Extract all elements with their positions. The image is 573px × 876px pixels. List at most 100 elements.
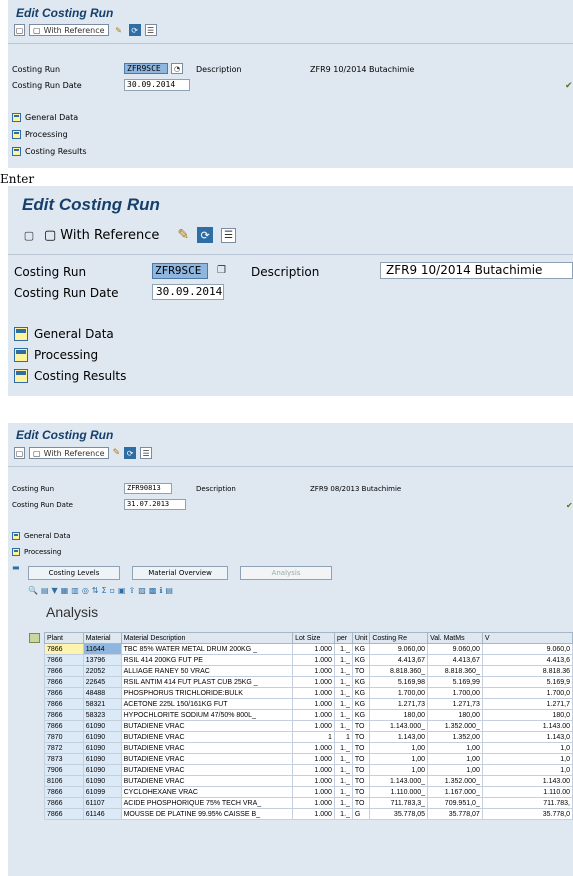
table-cell[interactable]: 1._: [333, 676, 353, 688]
details-icon[interactable]: 🔍: [28, 586, 38, 595]
table-row[interactable]: 7866 61090 BUTADIENE VRAC 1.000 1._ TO 1.143.0…: [44, 720, 573, 732]
table-cell[interactable]: KG: [351, 687, 371, 699]
table-row[interactable]: 7866 22052 ALLIAGE RANEY 50 VRAC 1.000 1._ TO…: [44, 665, 573, 677]
table-cell[interactable]: 5.169,99: [427, 676, 483, 688]
table-cell[interactable]: 709.951,0_: [427, 797, 483, 809]
section-processing[interactable]: Processing: [12, 548, 61, 556]
table-cell[interactable]: 1.143.00: [481, 775, 573, 787]
table-cell[interactable]: 61090: [82, 764, 122, 776]
table-row[interactable]: 8106 61090 BUTADIENE VRAC 1.000 1._ TO 1.143.0…: [44, 775, 573, 787]
table-cell[interactable]: ACIDE PHOSPHORIQUE 75% TECH VRA_: [120, 797, 294, 809]
table-cell[interactable]: CYCLOHEXANE VRAC: [120, 786, 294, 798]
table-cell[interactable]: 1._: [333, 720, 353, 732]
table-cell[interactable]: 1.000: [292, 808, 335, 820]
table-cell[interactable]: ACETONE 225L 150/161KG FUT: [120, 698, 294, 710]
with-reference-button[interactable]: ▢ With Reference: [29, 447, 109, 459]
new-document-icon[interactable]: ▢: [14, 24, 25, 36]
table-cell[interactable]: 1.271,73: [427, 698, 483, 710]
table-cell[interactable]: 1: [333, 731, 353, 743]
table-cell[interactable]: 1._: [333, 808, 353, 820]
with-reference-button[interactable]: ▢ With Reference: [44, 228, 159, 243]
table-cell[interactable]: RSIL 414 200KG FUT PE: [120, 654, 294, 666]
table-cell[interactable]: 4.413,67: [427, 654, 483, 666]
column-header[interactable]: Costing Re: [369, 632, 429, 644]
table-cell[interactable]: 1.700,00: [369, 687, 429, 699]
section-processing[interactable]: Processing: [14, 348, 98, 362]
costing-run-field[interactable]: ZFR9SCE: [152, 263, 208, 279]
with-reference-button[interactable]: ▢ With Reference: [29, 24, 109, 36]
table-cell[interactable]: TBC 85% WATER METAL DRUM 200KG _: [120, 643, 294, 655]
table-icon[interactable]: ▤: [165, 586, 173, 595]
table-cell[interactable]: TO: [351, 764, 371, 776]
sort-icon[interactable]: ⇅: [92, 586, 99, 595]
new-document-icon[interactable]: ▢: [22, 227, 36, 243]
table-cell[interactable]: 1._: [333, 764, 353, 776]
edit-pencil-icon[interactable]: ✎: [113, 448, 121, 458]
layout-icon[interactable]: ▦: [61, 586, 69, 595]
edit-pencil-icon[interactable]: ✎: [113, 24, 125, 36]
table-cell[interactable]: 1.143.00: [481, 720, 573, 732]
table-cell[interactable]: 61090: [82, 753, 122, 765]
description-field[interactable]: ZFR9 10/2014 Butachimie: [380, 262, 573, 279]
table-cell[interactable]: 1: [292, 731, 335, 743]
refresh-icon[interactable]: ⟳: [128, 24, 141, 36]
table-cell[interactable]: TO: [351, 742, 371, 754]
table-cell[interactable]: 1.271,73: [369, 698, 429, 710]
table-cell[interactable]: 9.060,00: [427, 643, 483, 655]
table-cell[interactable]: 1,0: [481, 753, 573, 765]
print-icon[interactable]: ▤: [41, 586, 49, 595]
table-cell[interactable]: 61090: [82, 720, 122, 732]
table-cell[interactable]: KG: [351, 676, 371, 688]
table-row[interactable]: 7866 61107 ACIDE PHOSPHORIQUE 75% TECH VRA…: [44, 797, 573, 809]
table-cell[interactable]: 8.818.36: [481, 665, 573, 677]
table-cell[interactable]: 1.000: [292, 764, 335, 776]
search-help-icon[interactable]: ❐: [214, 263, 229, 278]
table-cell[interactable]: 7866: [44, 665, 84, 677]
check-icon[interactable]: ✔: [566, 501, 573, 510]
table-cell[interactable]: 5.169,9: [481, 676, 573, 688]
table-cell[interactable]: 1.700,0: [481, 687, 573, 699]
table-cell[interactable]: 7866: [44, 709, 84, 721]
section-general-data[interactable]: General Data: [12, 532, 71, 540]
table-cell[interactable]: BUTADIENE VRAC: [120, 764, 294, 776]
table-cell[interactable]: 4.413,67: [369, 654, 429, 666]
table-cell[interactable]: 711.783,: [481, 797, 573, 809]
view-icon[interactable]: ▣: [118, 586, 126, 595]
table-cell[interactable]: 1.352,00: [427, 731, 483, 743]
table-cell[interactable]: 1.000: [292, 797, 335, 809]
table-cell[interactable]: BUTADIENE VRAC: [120, 753, 294, 765]
table-cell[interactable]: 1.110.000_: [369, 786, 429, 798]
subtotal-icon[interactable]: ▫: [110, 586, 115, 595]
table-cell[interactable]: 1.700,00: [427, 687, 483, 699]
settings-icon[interactable]: ☰: [144, 24, 157, 36]
table-row[interactable]: 7873 61090 BUTADIENE VRAC 1.000 1._ TO 1,00 1,0…: [44, 753, 573, 765]
table-cell[interactable]: 7866: [44, 786, 84, 798]
column-header[interactable]: Val. MatMs: [427, 632, 483, 644]
table-cell[interactable]: 1.352.000_: [427, 720, 483, 732]
table-cell[interactable]: 1,00: [369, 753, 429, 765]
table-cell[interactable]: BUTADIENE VRAC: [120, 720, 294, 732]
table-cell[interactable]: 180,0: [481, 709, 573, 721]
table-row[interactable]: 7866 58321 ACETONE 225L 150/161KG FUT 1.000…: [44, 698, 573, 710]
table-cell[interactable]: 1,00: [427, 753, 483, 765]
table-cell[interactable]: 7870: [44, 731, 84, 743]
table-cell[interactable]: 1._: [333, 709, 353, 721]
table-cell[interactable]: 7866: [44, 676, 84, 688]
table-cell[interactable]: 22645: [82, 676, 122, 688]
info-icon[interactable]: ℹ: [159, 586, 162, 595]
table-cell[interactable]: 7866: [44, 687, 84, 699]
table-cell[interactable]: 1._: [333, 797, 353, 809]
table-cell[interactable]: 1,0: [481, 764, 573, 776]
table-cell[interactable]: 1.000: [292, 786, 335, 798]
table-cell[interactable]: TO: [351, 775, 371, 787]
refresh-icon[interactable]: ⟳: [124, 447, 137, 459]
table-cell[interactable]: 4.413,6: [481, 654, 573, 666]
costing-run-date-field[interactable]: 31.07.2013: [124, 499, 186, 510]
abc-analysis-icon[interactable]: ▩: [149, 586, 157, 595]
table-row[interactable]: 7866 22645 RSIL ANTIM 414 FUT PLAST CUB 25…: [44, 676, 573, 688]
table-cell[interactable]: 61090: [82, 731, 122, 743]
find-icon[interactable]: ◎: [82, 586, 89, 595]
table-cell[interactable]: 7872: [44, 742, 84, 754]
table-cell[interactable]: 1,0: [481, 742, 573, 754]
column-header[interactable]: Material Description: [120, 632, 294, 644]
